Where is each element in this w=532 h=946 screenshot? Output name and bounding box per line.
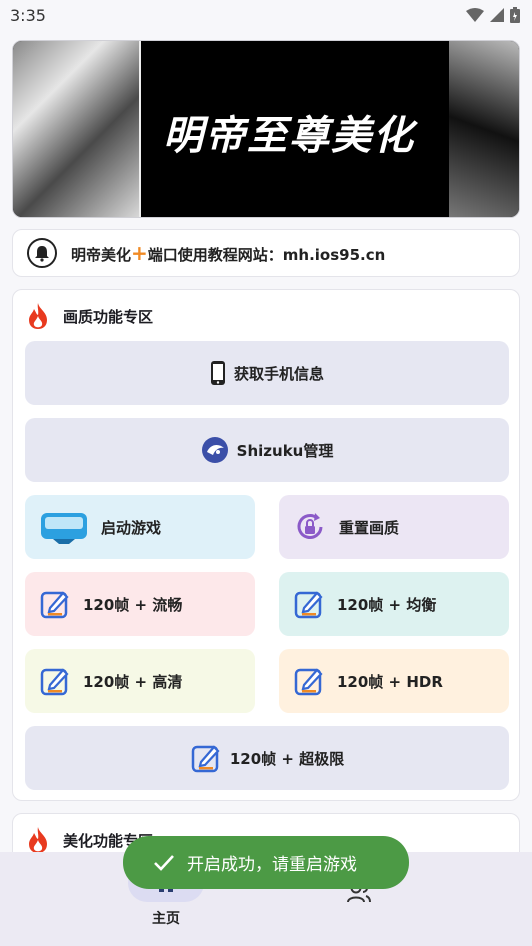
check-icon [154,854,174,871]
get-phone-info-label: 获取手机信息 [233,364,324,383]
reset-quality-label: 重置画质 [339,518,400,537]
fps120-balanced-button[interactable]: 120帧 + 均衡 [279,572,509,636]
fps120-ultra-label: 120帧 + 超极限 [229,749,345,768]
banner-divider [139,41,141,217]
battery-icon [510,7,520,23]
phone-icon [210,361,225,385]
signal-icon [490,8,504,22]
status-time: 3:35 [10,5,46,25]
wifi-icon [466,8,484,22]
fps120-hdr-button[interactable]: 120帧 + HDR [279,649,509,713]
reset-lock-icon [297,513,323,539]
shizuku-manage-label: Shizuku管理 [236,441,334,460]
banner-artwork-left [13,41,139,217]
notice-bar[interactable]: 明帝美化+端口使用教程网站：mh.ios95.cn [12,229,520,277]
fire-icon [29,303,47,329]
launch-game-label: 启动游戏 [101,518,162,537]
fps120-hd-button[interactable]: 120帧 + 高清 [25,649,255,713]
quality-section: 画质功能专区 获取手机信息 Shizuku管理 启动游戏 重置画质 120帧 +… [12,289,520,801]
fps120-smooth-label: 120帧 + 流畅 [83,595,183,614]
toast-text: 开启成功，请重启游戏 [187,855,357,875]
banner-artwork-right [449,41,519,217]
quality-section-header: 画质功能专区 [25,302,153,330]
quality-section-title: 画质功能专区 [63,307,154,326]
status-icons [466,7,520,23]
shizuku-icon [201,437,228,463]
fps120-hd-label: 120帧 + 高清 [83,672,183,691]
edit-icon [40,591,69,619]
edit-icon [294,591,323,619]
bell-icon [27,238,57,268]
notice-text: 明帝美化+端口使用教程网站：mh.ios95.cn [71,241,385,265]
banner-title: 明帝至尊美化 [163,113,415,159]
plus-icon: + [131,241,148,265]
banner-image: 明帝至尊美化 [12,40,520,218]
notice-text-before: 明帝美化 [71,246,132,264]
vr-goggles-icon [41,513,87,544]
fps120-smooth-button[interactable]: 120帧 + 流畅 [25,572,255,636]
get-phone-info-button[interactable]: 获取手机信息 [25,341,509,405]
edit-icon [40,668,69,696]
fps120-balanced-label: 120帧 + 均衡 [337,595,437,614]
fps120-hdr-label: 120帧 + HDR [337,672,443,691]
edit-icon [294,668,323,696]
success-toast: 开启成功，请重启游戏 [123,836,409,889]
notice-text-after: 端口使用教程网站：mh.ios95.cn [147,246,386,264]
fps120-ultra-button[interactable]: 120帧 + 超极限 [25,726,509,790]
launch-game-button[interactable]: 启动游戏 [25,495,255,559]
nav-home-label[interactable]: 主页 [128,908,204,928]
edit-icon [191,745,220,773]
fire-icon [29,827,47,853]
shizuku-manage-button[interactable]: Shizuku管理 [25,418,509,482]
reset-quality-button[interactable]: 重置画质 [279,495,509,559]
status-bar: 3:35 [0,0,532,30]
